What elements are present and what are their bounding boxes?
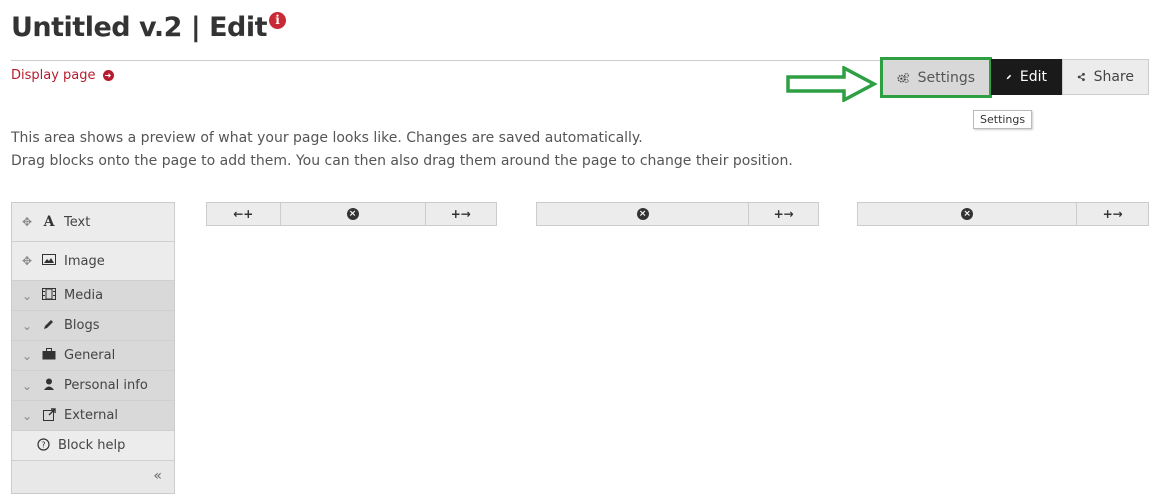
page-toolbar: Settings Edit Share: [880, 57, 1149, 98]
cogs-icon: [897, 72, 909, 83]
column-3-toolbar: × +→: [857, 202, 1149, 226]
palette-item-label: Image: [64, 253, 105, 269]
image-icon: [42, 254, 56, 268]
remove-column-button[interactable]: ×: [537, 203, 750, 225]
svg-text:?: ?: [41, 440, 45, 449]
page-title: Untitled v.2 | Edit: [11, 12, 268, 43]
arrow-right-circle-icon: ➜: [102, 70, 114, 81]
settings-button[interactable]: Settings: [880, 57, 992, 98]
add-column-right-button[interactable]: +→: [426, 203, 497, 225]
palette-category-blogs[interactable]: ⌄ Blogs: [12, 311, 174, 341]
palette-category-personal-info[interactable]: ⌄ Personal info: [12, 371, 174, 401]
edit-button[interactable]: Edit: [991, 59, 1062, 95]
display-page-label: Display page: [11, 68, 96, 83]
chevron-down-icon: ⌄: [21, 408, 33, 423]
chevron-down-icon: ⌄: [21, 318, 33, 333]
instructions-line-1: This area shows a preview of what your p…: [11, 130, 643, 146]
add-column-right-button[interactable]: +→: [749, 203, 818, 225]
edit-label: Edit: [1019, 69, 1047, 85]
chevron-down-icon: ⌄: [21, 288, 33, 303]
palette-category-label: General: [64, 348, 116, 363]
film-icon: [42, 288, 56, 303]
palette-category-label: Blogs: [64, 318, 100, 333]
palette-item-text[interactable]: ✥ A Text: [12, 203, 174, 242]
drag-handle-icon: ✥: [21, 215, 33, 229]
text-icon: A: [43, 214, 55, 230]
instructions: This area shows a preview of what your p…: [11, 127, 793, 173]
settings-label: Settings: [917, 69, 975, 86]
palette-category-label: External: [64, 408, 118, 423]
user-icon: [42, 378, 56, 393]
collapse-palette-button[interactable]: «: [12, 461, 174, 491]
instructions-line-2: Drag blocks onto the page to add them. Y…: [11, 153, 793, 169]
palette-item-label: Text: [64, 214, 91, 230]
drag-handle-icon: ✥: [21, 254, 33, 268]
external-link-icon: [42, 407, 56, 424]
add-column-right-button[interactable]: +→: [1077, 203, 1148, 225]
remove-circle-icon: ×: [961, 208, 974, 220]
palette-category-general[interactable]: ⌄ General: [12, 341, 174, 371]
palette-category-label: Media: [64, 288, 104, 303]
palette-item-image[interactable]: ✥ Image: [12, 242, 174, 281]
palette-category-external[interactable]: ⌄ External: [12, 401, 174, 431]
remove-circle-icon: ×: [346, 208, 359, 220]
add-column-left-button[interactable]: ←+: [207, 203, 281, 225]
question-circle-icon: ?: [36, 437, 50, 454]
chevron-down-icon: ⌄: [21, 348, 33, 363]
block-palette: ✥ A Text ✥ Image ⌄ Media ⌄ Blogs ⌄ Gener…: [11, 202, 175, 494]
info-icon[interactable]: i: [269, 12, 286, 29]
share-label: Share: [1093, 69, 1134, 85]
briefcase-icon: [42, 348, 56, 363]
column-2-toolbar: × +→: [536, 202, 819, 226]
column-1-toolbar: ←+ × +→: [206, 202, 497, 226]
pencil-icon: [42, 318, 56, 333]
green-annotation-arrow-icon: [786, 66, 878, 102]
palette-category-media[interactable]: ⌄ Media: [12, 281, 174, 311]
block-help-label: Block help: [58, 438, 126, 453]
display-page-link[interactable]: Display page ➜: [11, 68, 114, 83]
remove-column-button[interactable]: ×: [281, 203, 426, 225]
remove-column-button[interactable]: ×: [858, 203, 1078, 225]
chevron-down-icon: ⌄: [21, 378, 33, 393]
share-icon: [1077, 72, 1085, 82]
settings-tooltip: Settings: [973, 110, 1033, 129]
palette-category-label: Personal info: [64, 378, 148, 393]
remove-circle-icon: ×: [636, 208, 649, 220]
pencil-icon: [1006, 74, 1012, 80]
block-help-link[interactable]: ? Block help: [12, 431, 174, 461]
share-button[interactable]: Share: [1062, 59, 1149, 95]
